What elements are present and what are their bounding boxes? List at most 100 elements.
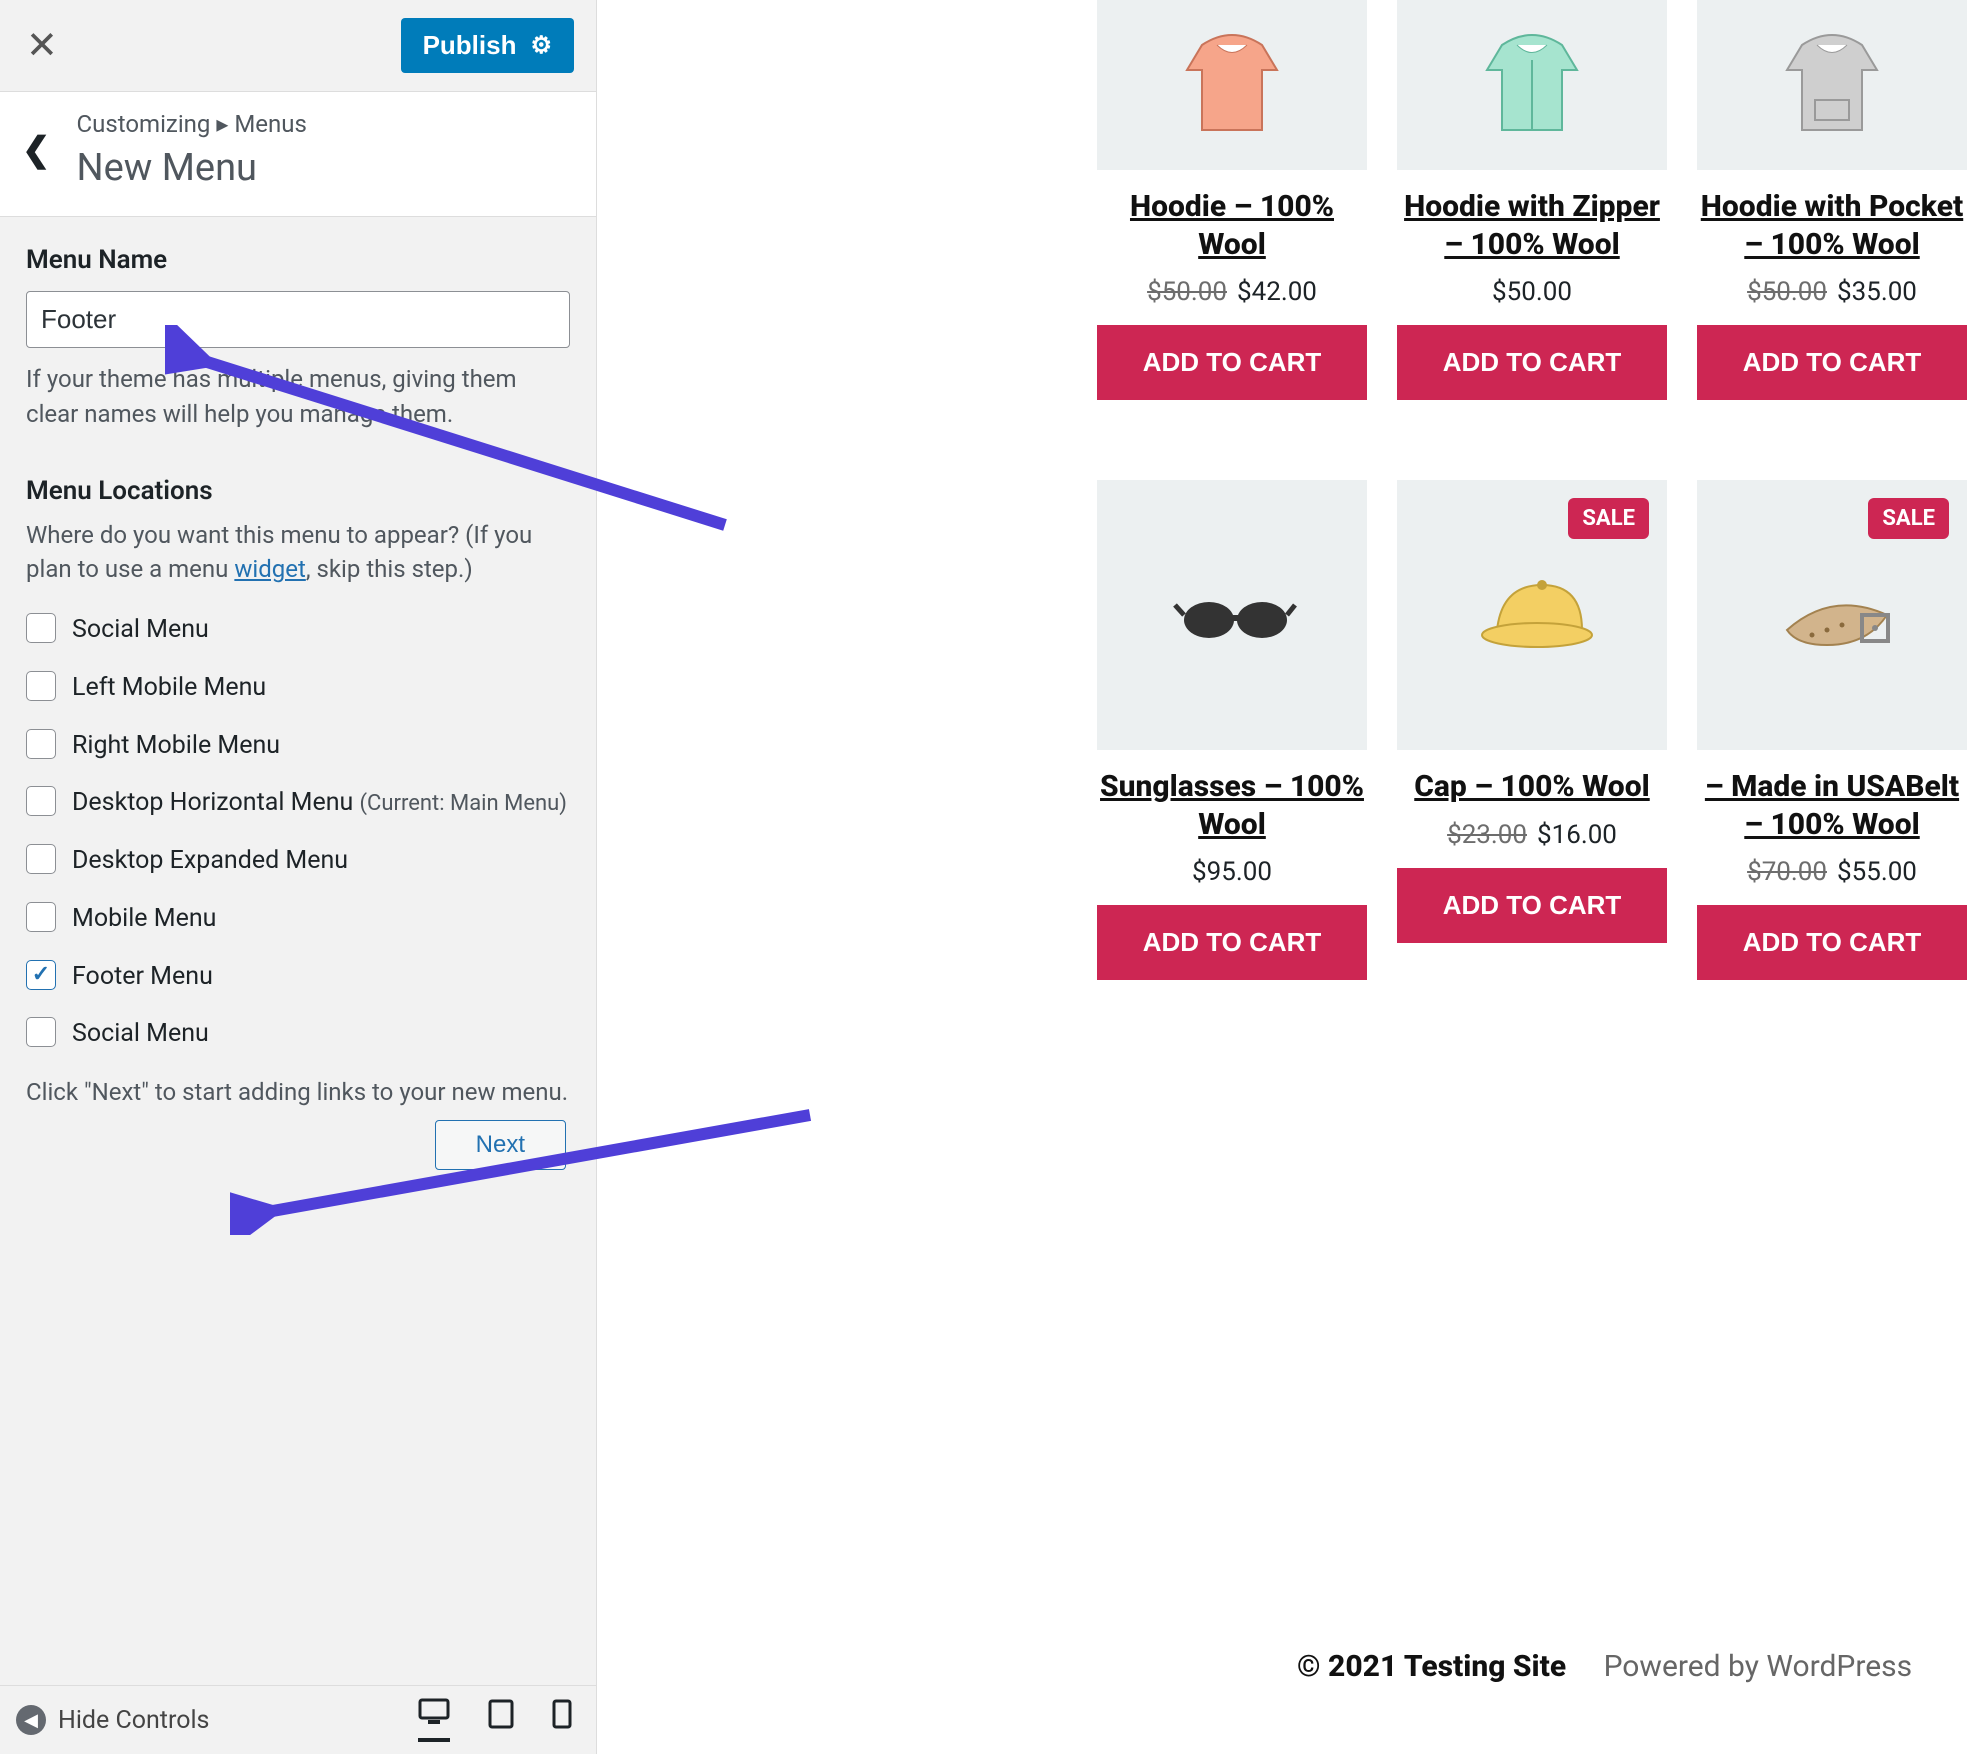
publish-label: Publish [423, 30, 517, 61]
products-grid: Hoodie – 100% Wool $50.00 $42.00 ADD TO CAR… [1097, 0, 1960, 980]
breadcrumb-row: ❮ Customizing ▸ Menus New Menu [0, 92, 596, 217]
product-price: $50.00 $42.00 [1147, 277, 1317, 307]
product-card: Hoodie – 100% Wool $50.00 $42.00 ADD TO CAR… [1097, 0, 1367, 400]
footer-powered: Powered by WordPress [1604, 1649, 1913, 1684]
location-checkbox-row[interactable]: Social Menu [26, 1017, 570, 1051]
next-help: Click "Next" to start adding links to yo… [26, 1075, 570, 1110]
menu-name-input[interactable] [26, 291, 570, 348]
menu-name-help: If your theme has multiple menus, giving… [26, 362, 570, 432]
hoodie-mint-icon [1467, 30, 1597, 140]
current-price: $95.00 [1192, 857, 1272, 887]
customizer-sidebar: ✕ Publish ⚙ ❮ Customizing ▸ Menus New Me… [0, 0, 597, 1754]
desktop-icon[interactable] [418, 1698, 450, 1742]
close-icon[interactable]: ✕ [26, 27, 58, 65]
checkbox-icon[interactable] [26, 1017, 56, 1047]
page-title: New Menu [77, 146, 575, 190]
panel-body: Menu Name If your theme has multiple men… [0, 217, 596, 1685]
product-title[interactable]: – Made in USABelt – 100% Wool [1697, 768, 1967, 843]
product-image[interactable] [1397, 0, 1667, 170]
product-price: $70.00$55.00 [1747, 857, 1917, 887]
current-price: $55.00 [1837, 857, 1917, 887]
product-title[interactable]: Hoodie with Pocket – 100% Wool [1697, 188, 1967, 263]
widget-link[interactable]: widget [234, 555, 305, 583]
product-image[interactable]: SALE [1697, 480, 1967, 750]
location-label: Desktop Horizontal Menu (Current: Main M… [72, 786, 567, 820]
sidebar-topbar: ✕ Publish ⚙ [0, 0, 596, 92]
location-checkbox-row[interactable]: Desktop Expanded Menu [26, 844, 570, 878]
footer-copyright: © 2021 Testing Site [1297, 1649, 1566, 1684]
location-label: Right Mobile Menu [72, 729, 280, 763]
checkbox-icon[interactable] [26, 729, 56, 759]
sidebar-footer: ◀ Hide Controls [0, 1685, 596, 1754]
device-switcher [418, 1698, 572, 1742]
add-to-cart-button[interactable]: ADD TO CART [1097, 905, 1367, 980]
old-price: $50.00 [1147, 277, 1227, 307]
product-card: Hoodie with Pocket – 100% Wool $50.00 $35.… [1697, 0, 1967, 400]
checkbox-icon[interactable] [26, 844, 56, 874]
product-card: SALE – Made in USABelt – 100% Wool $70.00$… [1697, 480, 1967, 980]
location-label: Social Menu [72, 613, 209, 647]
location-label: Mobile Menu [72, 902, 216, 936]
product-price: $23.00 $16.00 [1447, 820, 1617, 850]
add-to-cart-button[interactable]: ADD TO CART [1697, 325, 1967, 400]
product-title[interactable]: Hoodie with Zipper – 100% Wool [1397, 188, 1667, 263]
old-price: $23.00 [1447, 820, 1527, 850]
product-price: $50.00 $35.00 [1747, 277, 1917, 307]
tablet-icon[interactable] [488, 1699, 514, 1741]
location-label: Footer Menu [72, 960, 213, 994]
product-card: SALE Cap – 100% Wool $23.00 $16.00 ADD TO CA… [1397, 480, 1667, 980]
locations-list: Social Menu Left Mobile Menu Right Mobile … [26, 613, 570, 1051]
current-price: $42.00 [1237, 277, 1317, 307]
current-price: $16.00 [1537, 820, 1617, 850]
product-title[interactable]: Hoodie – 100% Wool [1097, 188, 1367, 263]
product-card: Sunglasses – 100% Wool $95.00 ADD TO CART [1097, 480, 1367, 980]
location-sublabel: (Current: Main Menu) [360, 791, 567, 816]
belt-icon [1767, 560, 1897, 670]
publish-button[interactable]: Publish ⚙ [401, 18, 574, 73]
add-to-cart-button[interactable]: ADD TO CART [1697, 905, 1967, 980]
location-checkbox-row[interactable]: Social Menu [26, 613, 570, 647]
old-price: $50.00 [1747, 277, 1827, 307]
cap-icon [1467, 560, 1597, 670]
add-to-cart-button[interactable]: ADD TO CART [1397, 868, 1667, 943]
menu-locations-desc: Where do you want this menu to appear? (… [26, 518, 570, 588]
breadcrumb: Customizing ▸ Menus [77, 110, 575, 138]
next-button[interactable]: Next [435, 1120, 566, 1170]
product-image[interactable] [1097, 0, 1367, 170]
product-title[interactable]: Cap – 100% Wool [1414, 768, 1649, 806]
sunglasses-icon [1167, 560, 1297, 670]
add-to-cart-button[interactable]: ADD TO CART [1097, 325, 1367, 400]
product-price: $95.00 [1192, 857, 1272, 887]
location-checkbox-row[interactable]: Footer Menu [26, 960, 570, 994]
location-checkbox-row[interactable]: Desktop Horizontal Menu (Current: Main M… [26, 786, 570, 820]
product-title[interactable]: Sunglasses – 100% Wool [1097, 768, 1367, 843]
add-to-cart-button[interactable]: ADD TO CART [1397, 325, 1667, 400]
hide-controls-label: Hide Controls [58, 1706, 209, 1735]
checkbox-icon[interactable] [26, 786, 56, 816]
checkbox-icon[interactable] [26, 671, 56, 701]
product-image[interactable] [1697, 0, 1967, 170]
checkbox-icon[interactable] [26, 902, 56, 932]
hide-controls-button[interactable]: ◀ Hide Controls [16, 1705, 209, 1735]
mobile-icon[interactable] [552, 1699, 572, 1741]
back-icon[interactable]: ❮ [22, 130, 51, 170]
sale-badge: SALE [1868, 498, 1949, 539]
product-image[interactable]: SALE [1397, 480, 1667, 750]
checkbox-icon[interactable] [26, 613, 56, 643]
checkbox-icon[interactable] [26, 960, 56, 990]
product-image[interactable] [1097, 480, 1367, 750]
gear-icon: ⚙ [530, 31, 552, 60]
location-checkbox-row[interactable]: Left Mobile Menu [26, 671, 570, 705]
menu-locations-title: Menu Locations [26, 476, 570, 506]
caret-left-icon: ◀ [16, 1705, 46, 1735]
preview-pane: Hoodie – 100% Wool $50.00 $42.00 ADD TO CAR… [597, 0, 1980, 1754]
location-label: Social Menu [72, 1017, 209, 1051]
location-checkbox-row[interactable]: Mobile Menu [26, 902, 570, 936]
locations-desc-after: , skip this step.) [306, 555, 473, 583]
location-checkbox-row[interactable]: Right Mobile Menu [26, 729, 570, 763]
hoodie-grey-icon [1767, 30, 1897, 140]
current-price: $35.00 [1837, 277, 1917, 307]
product-card: Hoodie with Zipper – 100% Wool $50.00 ADD … [1397, 0, 1667, 400]
current-price: $50.00 [1492, 277, 1572, 307]
sale-badge: SALE [1568, 498, 1649, 539]
